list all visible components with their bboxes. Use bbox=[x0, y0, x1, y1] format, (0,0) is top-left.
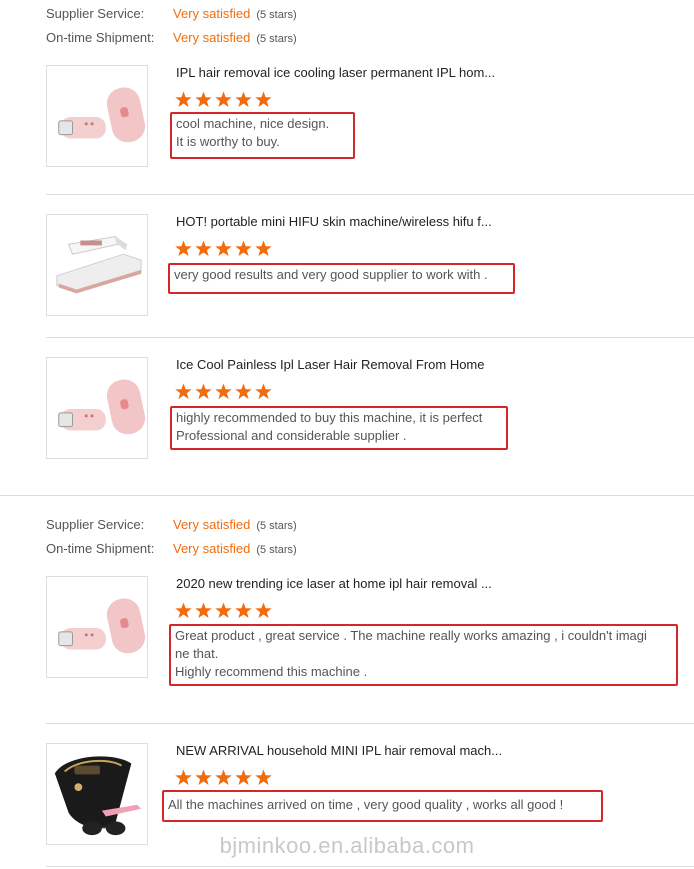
rating-count: (5 stars) bbox=[256, 544, 297, 556]
product-title[interactable]: Ice Cool Painless Ipl Laser Hair Removal… bbox=[176, 356, 485, 374]
star-rating bbox=[175, 240, 272, 258]
product-title[interactable]: HOT! portable mini HIFU skin machine/wir… bbox=[176, 213, 492, 231]
divider bbox=[46, 337, 694, 338]
pink-ipl-device-image bbox=[47, 577, 147, 677]
divider bbox=[46, 194, 694, 195]
product-title[interactable]: IPL hair removal ice cooling laser perma… bbox=[176, 64, 495, 82]
rating-value: Very satisfied bbox=[173, 30, 251, 45]
divider bbox=[46, 866, 694, 867]
rating-label: On-time Shipment: bbox=[46, 541, 155, 556]
divider bbox=[0, 495, 694, 496]
star-rating bbox=[175, 769, 272, 787]
five-star-icon bbox=[175, 602, 272, 618]
product-title[interactable]: NEW ARRIVAL household MINI IPL hair remo… bbox=[176, 742, 502, 760]
product-title[interactable]: 2020 new trending ice laser at home ipl … bbox=[176, 575, 492, 593]
black-ipl-device-image bbox=[47, 744, 147, 844]
rating-count: (5 stars) bbox=[256, 33, 297, 45]
divider bbox=[46, 723, 694, 724]
five-star-icon bbox=[175, 91, 272, 107]
rating-label: On-time Shipment: bbox=[46, 30, 155, 45]
star-rating bbox=[175, 91, 272, 109]
rating-value: Very satisfied bbox=[173, 517, 251, 532]
review-comment: very good results and very good supplier… bbox=[168, 263, 515, 294]
star-rating bbox=[175, 383, 272, 401]
white-hifu-device-image bbox=[47, 215, 147, 315]
supplier-service-rating: Supplier Service: Very satisfied (5 stars) bbox=[46, 5, 297, 23]
product-thumbnail[interactable] bbox=[46, 357, 148, 459]
product-thumbnail[interactable] bbox=[46, 576, 148, 678]
rating-value: Very satisfied bbox=[173, 6, 251, 21]
five-star-icon bbox=[175, 769, 272, 785]
star-rating bbox=[175, 602, 272, 620]
pink-ipl-device-image bbox=[47, 66, 147, 166]
watermark: bjminkoo.en.alibaba.com bbox=[219, 833, 475, 858]
pink-ipl-device-image bbox=[47, 358, 147, 458]
five-star-icon bbox=[175, 240, 272, 256]
review-comment: All the machines arrived on time , very … bbox=[162, 790, 603, 822]
product-thumbnail[interactable] bbox=[46, 743, 148, 845]
five-star-icon bbox=[175, 383, 272, 399]
rating-label: Supplier Service: bbox=[46, 517, 145, 532]
rating-count: (5 stars) bbox=[256, 9, 297, 21]
review-comment: Great product , great service . The mach… bbox=[169, 624, 678, 686]
on-time-shipment-rating: On-time Shipment: Very satisfied (5 stars) bbox=[46, 29, 297, 47]
review-comment: highly recommended to buy this machine, … bbox=[170, 406, 508, 450]
on-time-shipment-rating: On-time Shipment: Very satisfied (5 stars) bbox=[46, 540, 297, 558]
rating-value: Very satisfied bbox=[173, 541, 251, 556]
product-thumbnail[interactable] bbox=[46, 214, 148, 316]
review-comment: cool machine, nice design. It is worthy … bbox=[170, 112, 355, 159]
rating-label: Supplier Service: bbox=[46, 6, 145, 21]
rating-count: (5 stars) bbox=[256, 520, 297, 532]
product-thumbnail[interactable] bbox=[46, 65, 148, 167]
supplier-service-rating: Supplier Service: Very satisfied (5 stars) bbox=[46, 516, 297, 534]
